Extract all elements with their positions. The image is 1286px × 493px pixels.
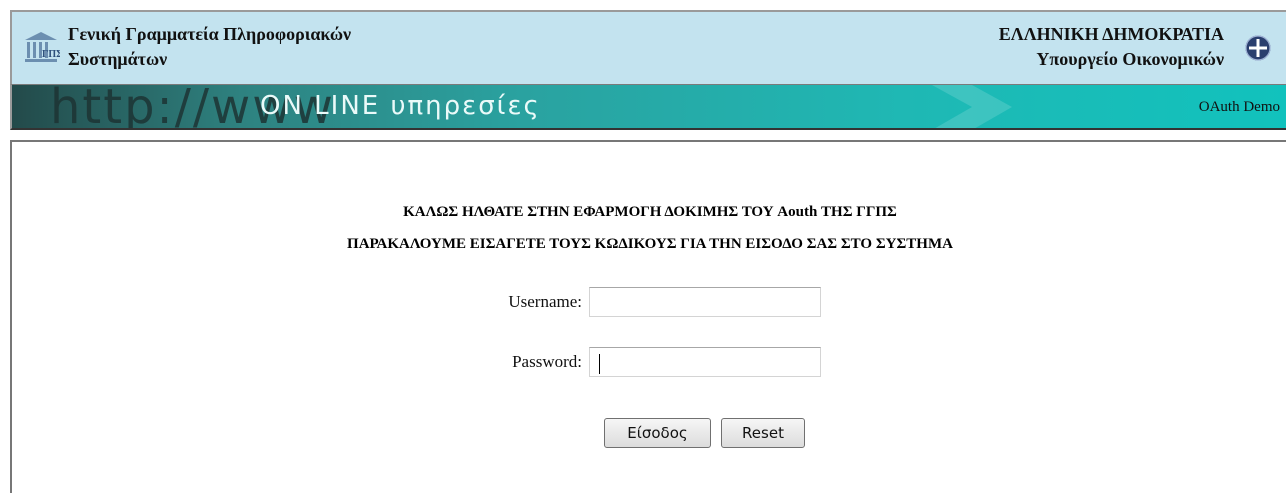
- welcome-message: ΚΑΛΩΣ ΗΛΘΑΤΕ ΣΤΗΝ ΕΦΑΡΜΟΓΗ ΔΟΚΙΜΗΣ ΤΟΥ A…: [12, 196, 1286, 260]
- header-banner: ΓΠΣ Γενική Γραμματεία Πληροφοριακών Συστ…: [10, 10, 1286, 85]
- online-services-text: ON LINE υπηρεσίες: [260, 91, 541, 121]
- password-label: Password:: [512, 352, 582, 371]
- gov-name-line1: ΕΛΛΗΝΙΚΗ ΔΗΜΟΚΡΑΤΙΑ: [998, 24, 1224, 44]
- password-input[interactable]: [589, 347, 821, 377]
- government-name: ΕΛΛΗΝΙΚΗ ΔΗΜΟΚΡΑΤΙΑ Υπουργείο Οικονομικώ…: [824, 22, 1224, 72]
- org-name-line2: Συστημάτων: [68, 49, 168, 69]
- welcome-line2: ΠΑΡΑΚΑΛΟΥΜΕ ΕΙΣΑΓΕΤΕ ΤΟΥΣ ΚΩΔΙΚΟΥΣ ΓΙΑ Τ…: [347, 236, 953, 252]
- reset-button[interactable]: Reset: [721, 418, 805, 448]
- welcome-line1: ΚΑΛΩΣ ΗΛΘΑΤΕ ΣΤΗΝ ΕΦΑΡΜΟΓΗ ΔΟΚΙΜΗΣ ΤΟΥ A…: [403, 204, 897, 220]
- page-frame: ΓΠΣ Γενική Γραμματεία Πληροφοριακών Συστ…: [0, 0, 1286, 493]
- greek-emblem-icon: [1245, 35, 1271, 61]
- ggps-logo-icon: ΓΠΣ: [25, 32, 60, 62]
- username-label: Username:: [508, 292, 582, 311]
- logo-text: ΓΠΣ: [42, 49, 60, 60]
- username-input[interactable]: [589, 287, 821, 317]
- oauth-demo-label: OAuth Demo: [1198, 99, 1280, 115]
- text-caret: [599, 354, 600, 374]
- online-services-strip: http://www ON LINE υπηρεσίες OAuth Demo: [10, 85, 1286, 130]
- gov-name-line2: Υπουργείο Οικονομικών: [1036, 49, 1224, 69]
- login-submit-button[interactable]: Είσοδος: [604, 418, 711, 448]
- arrow-decoration-icon: [932, 85, 1012, 128]
- organization-name: Γενική Γραμματεία Πληροφοριακών Συστημάτ…: [68, 22, 668, 72]
- org-name-line1: Γενική Γραμματεία Πληροφοριακών: [68, 24, 352, 44]
